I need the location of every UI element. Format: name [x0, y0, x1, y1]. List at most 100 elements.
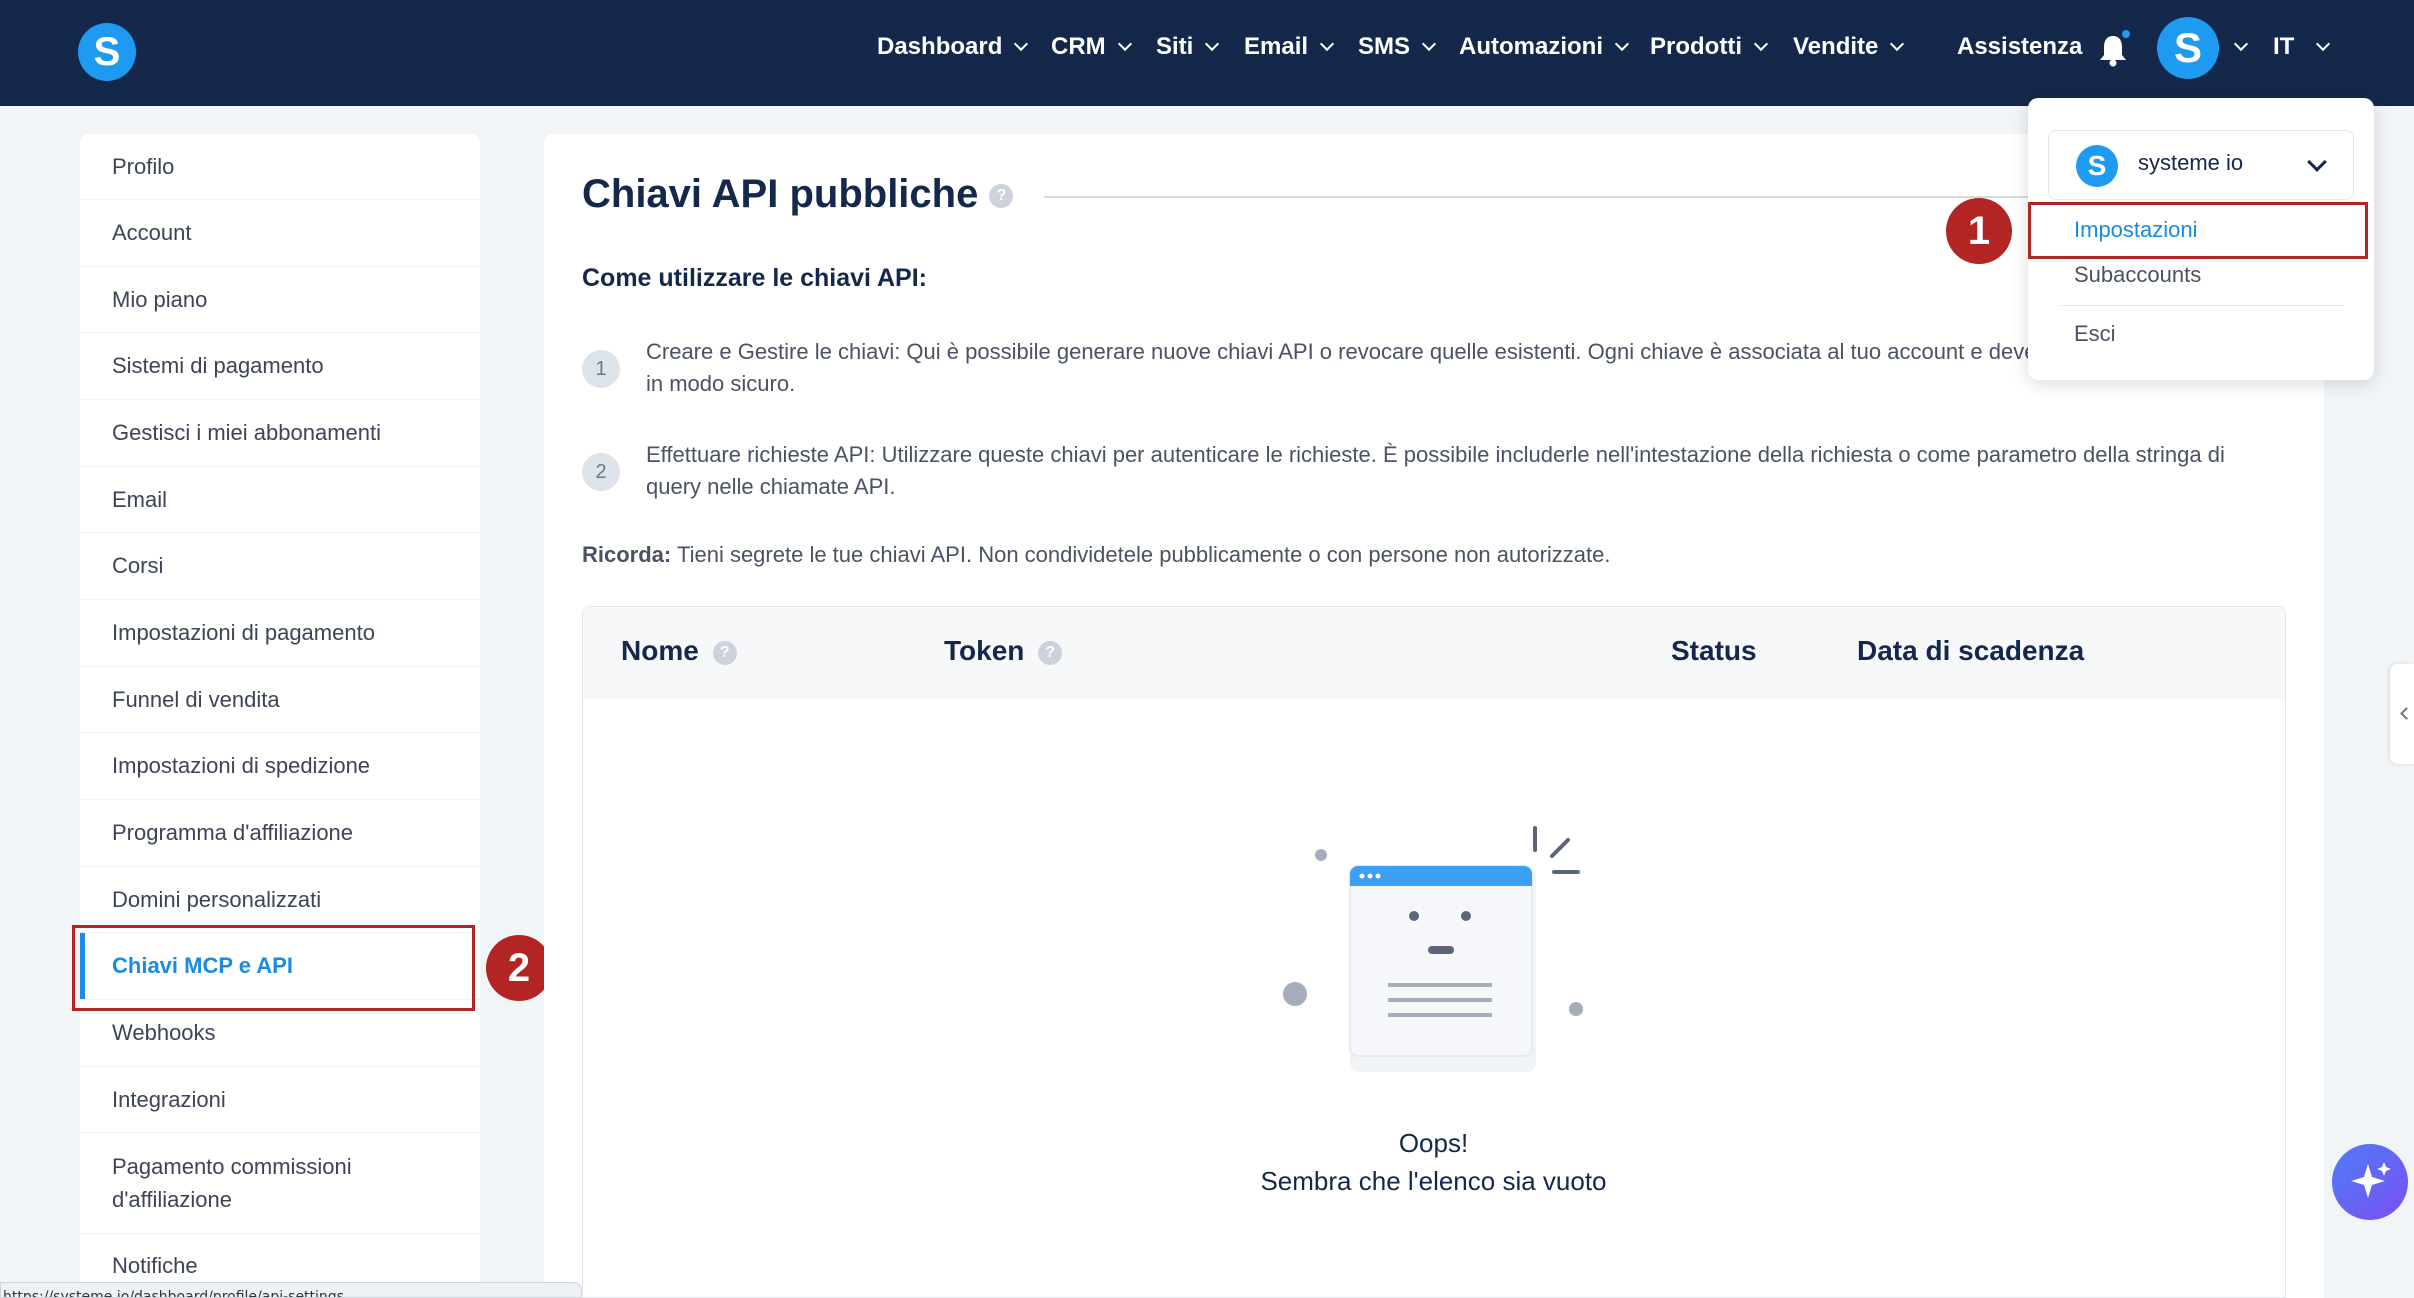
empty-state-subtitle: Sembra che l'elenco sia vuoto: [1260, 1166, 1607, 1196]
nav-crm[interactable]: CRM: [1051, 30, 1132, 64]
reminder-text: Tieni segrete le tue chiavi API. Non con…: [671, 542, 1611, 567]
usage-heading: Come utilizzare le chiavi API:: [582, 264, 928, 292]
step-number-2: 2: [582, 453, 620, 491]
chevron-down-icon: [1319, 36, 1335, 52]
chevron-down-icon: [1205, 36, 1220, 52]
menu-divider: [2060, 305, 2344, 306]
main-nav: Dashboard CRM Siti Email SMS Automazioni…: [0, 0, 2414, 106]
sidebar-item-spedizione[interactable]: Impostazioni di spedizione: [80, 733, 480, 800]
nav-automazioni[interactable]: Automazioni: [1459, 30, 1630, 64]
nav-automazioni-label: Automazioni: [1459, 33, 1603, 60]
sidebar-item-label: Pagamento commissioni d'affiliazione: [112, 1154, 352, 1212]
nav-dashboard-label: Dashboard: [877, 33, 1003, 60]
language-selector[interactable]: IT: [2273, 30, 2331, 64]
chevron-down-icon: [2233, 36, 2249, 52]
help-icon[interactable]: ?: [989, 184, 1014, 209]
sidebar-item-label: Sistemi di pagamento: [112, 353, 324, 378]
nav-email-label: Email: [1244, 33, 1309, 60]
step-number-1: 1: [582, 350, 620, 388]
avatar-dropdown-toggle[interactable]: [2233, 30, 2249, 64]
sidebar-item-profilo[interactable]: Profilo: [80, 134, 480, 200]
sidebar-item-label: Funnel di vendita: [112, 686, 280, 712]
nav-siti-label: Siti: [1156, 33, 1194, 60]
sidebar-item-label: Gestisci i miei abbonamenti: [112, 420, 382, 445]
nav-sms-label: SMS: [1358, 33, 1411, 60]
sidebar-item-commissioni[interactable]: Pagamento commissioni d'affiliazione: [80, 1133, 480, 1234]
user-avatar[interactable]: S: [2157, 17, 2219, 79]
browser-status-bar: https://systeme.io/dashboard/profile/api…: [0, 1282, 582, 1298]
sidebar-item-domini[interactable]: Domini personalizzati: [80, 867, 480, 933]
account-name: systeme io: [2138, 150, 2244, 175]
help-icon[interactable]: ?: [712, 640, 737, 665]
ai-assistant-button[interactable]: [2332, 1144, 2408, 1220]
sidebar-item-funnel[interactable]: Funnel di vendita: [80, 667, 480, 733]
sidebar-item-label: Webhooks: [112, 1020, 216, 1045]
sidebar-item-account[interactable]: Account: [80, 200, 480, 267]
nav-vendite-label: Vendite: [1793, 33, 1879, 60]
chevron-down-icon: [1614, 36, 1630, 52]
sidebar-item-label: Integrazioni: [112, 1086, 226, 1112]
sidebar-item-impostazioni-pagamento[interactable]: Impostazioni di pagamento: [80, 600, 480, 667]
empty-state-title: Oops!: [1398, 1128, 1469, 1158]
reminder-note: Ricorda: Tieni segrete le tue chiavi API…: [582, 542, 1611, 568]
sidebar-item-label: Profilo: [112, 153, 175, 179]
settings-sidebar: Profilo Account Mio piano Sistemi di pag…: [80, 134, 480, 1298]
nav-sms[interactable]: SMS: [1358, 30, 1437, 64]
sidebar-item-label: Notifiche: [112, 1253, 198, 1278]
reminder-label: Ricorda:: [582, 542, 672, 567]
step-text-1: Creare e Gestire le chiavi: Qui è possib…: [646, 339, 2223, 396]
account-logo: S: [2076, 145, 2118, 187]
column-header-status: Status: [1671, 635, 1757, 666]
sidebar-item-corsi[interactable]: Corsi: [80, 533, 480, 600]
sidebar-item-mio-piano[interactable]: Mio piano: [80, 267, 480, 333]
table-header: Nome ? Token ? Status Data di scadenza: [583, 607, 2285, 699]
nav-prodotti-label: Prodotti: [1650, 33, 1742, 60]
sidebar-item-label: Impostazioni di pagamento: [112, 620, 375, 645]
sidebar-item-label: Mio piano: [112, 286, 208, 312]
annotation-badge-2: 2: [486, 935, 552, 1001]
nav-assistenza-label: Assistenza: [1957, 33, 2083, 60]
nav-siti[interactable]: Siti: [1156, 30, 1220, 64]
column-header-nome: Nome ?: [621, 635, 737, 667]
column-header-label: Nome: [621, 635, 699, 666]
sidebar-item-integrazioni[interactable]: Integrazioni: [80, 1067, 480, 1133]
sidebar-item-label: Domini personalizzati: [112, 886, 322, 912]
nav-assistenza[interactable]: Assistenza: [1957, 30, 2082, 64]
empty-list-illustration: [1283, 826, 1583, 1072]
sidebar-item-abbonamenti[interactable]: Gestisci i miei abbonamenti: [80, 400, 480, 467]
page-title-text: Chiavi API pubbliche: [582, 172, 979, 216]
sidebar-item-affiliazione[interactable]: Programma d'affiliazione: [80, 800, 480, 867]
sidebar-item-label: Corsi: [112, 553, 164, 578]
status-url: https://systeme.io/dashboard/profile/api…: [3, 1289, 344, 1298]
page-title: Chiavi API pubbliche ?: [582, 172, 1014, 217]
nav-crm-label: CRM: [1051, 33, 1106, 60]
column-header-scadenza: Data di scadenza: [1857, 635, 2085, 666]
column-header-label: Token: [944, 635, 1025, 666]
menu-item-esci[interactable]: Esci: [2074, 321, 2116, 347]
language-label: IT: [2273, 33, 2295, 60]
annotation-highlight-2: [72, 925, 475, 1011]
chevron-down-icon: [1014, 36, 1029, 52]
sidebar-item-sistemi-pagamento[interactable]: Sistemi di pagamento: [80, 333, 480, 400]
step-text-2: Effettuare richieste API: Utilizzare que…: [646, 442, 2225, 499]
sidebar-item-label: Impostazioni di spedizione: [112, 753, 371, 778]
nav-prodotti[interactable]: Prodotti: [1650, 30, 1769, 64]
nav-vendite[interactable]: Vendite: [1793, 30, 1905, 64]
title-divider: [1044, 196, 2084, 198]
sidebar-item-label: Email: [112, 486, 168, 512]
column-header-token: Token ?: [944, 635, 1063, 667]
sidebar-item-email[interactable]: Email: [80, 467, 480, 533]
chevron-down-icon: [1753, 36, 1769, 52]
nav-email[interactable]: Email: [1244, 30, 1335, 64]
chevron-down-icon: [1421, 36, 1437, 52]
annotation-badge-1: 1: [1946, 198, 2012, 264]
notification-dot: [2120, 28, 2132, 40]
sidebar-item-label: Programma d'affiliazione: [112, 820, 354, 845]
annotation-highlight-1: [2028, 202, 2368, 259]
sparkle-icon: [2351, 1162, 2391, 1198]
sidebar-item-label: Account: [112, 220, 192, 245]
menu-item-subaccounts[interactable]: Subaccounts: [2074, 262, 2201, 288]
nav-dashboard[interactable]: Dashboard: [877, 30, 1029, 64]
help-icon[interactable]: ?: [1038, 640, 1063, 665]
chevron-down-icon: [2316, 36, 2331, 52]
